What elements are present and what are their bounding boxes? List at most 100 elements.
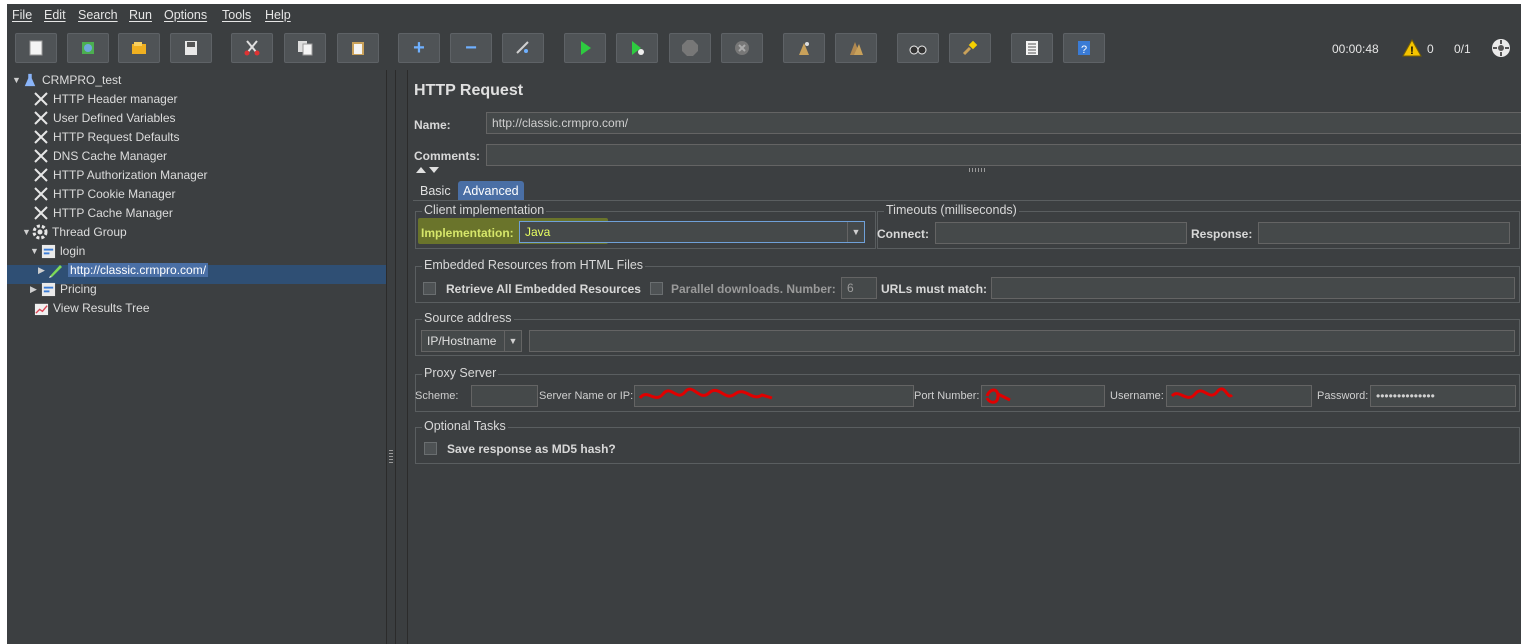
toggle-button[interactable] — [502, 33, 544, 63]
expand-button[interactable]: + — [398, 33, 440, 63]
retrieve-embedded-checkbox[interactable] — [423, 282, 436, 295]
parallel-downloads-checkbox[interactable] — [650, 282, 663, 295]
tree-node-dns-cache[interactable]: DNS Cache Manager — [33, 147, 167, 165]
wrench-icon — [33, 148, 49, 164]
proxy-scheme-field[interactable] — [471, 385, 538, 407]
paste-button[interactable] — [337, 33, 379, 63]
svg-text:!: ! — [1410, 45, 1414, 57]
md5-hash-checkbox[interactable] — [424, 442, 437, 455]
tree-node-request-defaults[interactable]: HTTP Request Defaults — [33, 128, 180, 146]
tree-node-user-variables[interactable]: User Defined Variables — [33, 109, 176, 127]
copy-button[interactable] — [284, 33, 326, 63]
function-helper-button[interactable] — [1011, 33, 1053, 63]
tab-basic[interactable]: Basic — [415, 181, 456, 201]
name-field[interactable]: http://classic.crmpro.com/ — [486, 112, 1521, 134]
collapse-icon: − — [465, 36, 477, 59]
save-icon — [185, 41, 197, 55]
new-button[interactable] — [15, 33, 57, 63]
wrench-icon — [33, 110, 49, 126]
cut-button[interactable] — [231, 33, 273, 63]
search-button[interactable] — [897, 33, 939, 63]
source-type-select[interactable]: IP/Hostname ▼ — [421, 330, 522, 352]
templates-icon — [82, 42, 94, 54]
wrench-icon — [33, 129, 49, 145]
proxy-server-field[interactable] — [634, 385, 914, 407]
menu-tools[interactable]: Tools — [222, 8, 251, 22]
menu-edit[interactable]: Edit — [44, 8, 66, 22]
warning-icon[interactable]: ! — [1402, 39, 1422, 57]
implementation-value: Java — [525, 225, 551, 239]
tree-node-http-request[interactable]: ▶ http://classic.crmpro.com/ — [38, 261, 209, 279]
chevron-down-icon[interactable]: ▼ — [504, 331, 521, 351]
reset-search-button[interactable] — [949, 33, 991, 63]
gear-icon — [32, 224, 48, 240]
remote-status-icon — [1492, 39, 1510, 57]
tree-node-cookie-manager[interactable]: HTTP Cookie Manager — [33, 185, 176, 203]
svg-text:?: ? — [1081, 44, 1087, 56]
expand-arrow-icon[interactable]: ▼ — [22, 227, 32, 237]
cut-icon — [244, 40, 260, 56]
parallel-downloads-field[interactable]: 6 — [841, 277, 877, 299]
menu-run[interactable]: Run — [129, 8, 152, 22]
tree-node-header-manager[interactable]: HTTP Header manager — [33, 90, 178, 108]
collapse-up-down-icon[interactable] — [415, 166, 443, 174]
tree-node-thread-group[interactable]: ▼ Thread Group — [22, 223, 127, 241]
tree-label: HTTP Cache Manager — [53, 206, 173, 220]
implementation-select[interactable]: Java ▼ — [519, 221, 865, 243]
clear-all-button[interactable] — [835, 33, 877, 63]
menu-options[interactable]: Options — [164, 8, 207, 22]
tree-label: HTTP Header manager — [53, 92, 178, 106]
tree-node-login[interactable]: ▼ login — [30, 242, 85, 260]
shutdown-icon — [735, 41, 749, 55]
name-label: Name: — [414, 118, 451, 132]
clear-button[interactable] — [783, 33, 825, 63]
chevron-down-icon[interactable]: ▼ — [847, 222, 864, 242]
tree-label: DNS Cache Manager — [53, 149, 168, 163]
implementation-label: Implementation: — [421, 226, 514, 240]
timeouts-group: Timeouts (milliseconds) Connect: Respons… — [877, 203, 1520, 249]
collapse-arrow-icon[interactable]: ▶ — [38, 265, 48, 276]
collapse-button[interactable]: − — [450, 33, 492, 63]
source-address-group: Source address IP/Hostname ▼ — [415, 311, 1520, 356]
shutdown-button[interactable] — [721, 33, 763, 63]
proxy-port-field[interactable] — [981, 385, 1105, 407]
stop-button[interactable] — [669, 33, 711, 63]
embedded-resources-group: Embedded Resources from HTML Files Retri… — [415, 258, 1520, 303]
wrench-icon — [33, 205, 49, 221]
tree-node-cache-manager[interactable]: HTTP Cache Manager — [33, 204, 173, 222]
md5-hash-label: Save response as MD5 hash? — [447, 442, 616, 456]
redaction-scribble — [985, 388, 1011, 404]
urls-must-match-field[interactable] — [991, 277, 1515, 299]
proxy-password-field[interactable]: •••••••••••••• — [1370, 385, 1516, 407]
tab-advanced[interactable]: Advanced — [458, 181, 524, 201]
menu-search[interactable]: Search — [78, 8, 118, 22]
tree-node-pricing[interactable]: ▶ Pricing — [30, 280, 97, 298]
source-address-field[interactable] — [529, 330, 1515, 352]
split-pane-divider[interactable] — [386, 70, 396, 644]
open-button[interactable] — [118, 33, 160, 63]
tree-node-root[interactable]: ▼ CRMPRO_test — [12, 71, 121, 89]
tree-node-auth-manager[interactable]: HTTP Authorization Manager — [33, 166, 208, 184]
expand-arrow-icon[interactable]: ▼ — [12, 75, 22, 85]
divider-grip[interactable] — [389, 450, 393, 464]
expand-icon: + — [413, 36, 425, 59]
save-button[interactable] — [170, 33, 212, 63]
proxy-server-group: Proxy Server Scheme: Server Name or IP: … — [415, 366, 1520, 412]
help-button[interactable]: ? — [1063, 33, 1105, 63]
expand-arrow-icon[interactable]: ▼ — [30, 246, 40, 256]
comments-field[interactable] — [486, 144, 1521, 166]
redaction-scribble — [638, 387, 773, 400]
server-name-label: Server Name or IP: — [539, 390, 634, 402]
collapse-arrow-icon[interactable]: ▶ — [30, 284, 40, 295]
tree-node-results-tree[interactable]: View Results Tree — [33, 299, 150, 317]
comments-resize-grip[interactable] — [969, 168, 985, 172]
connect-timeout-field[interactable] — [935, 222, 1187, 244]
start-no-pauses-button[interactable] — [616, 33, 658, 63]
templates-button[interactable] — [67, 33, 109, 63]
start-button[interactable] — [564, 33, 606, 63]
elapsed-time: 00:00:48 — [1332, 42, 1379, 56]
response-timeout-field[interactable] — [1258, 222, 1510, 244]
proxy-username-field[interactable] — [1166, 385, 1312, 407]
menu-help[interactable]: Help — [265, 8, 291, 22]
menu-file[interactable]: File — [12, 8, 32, 22]
